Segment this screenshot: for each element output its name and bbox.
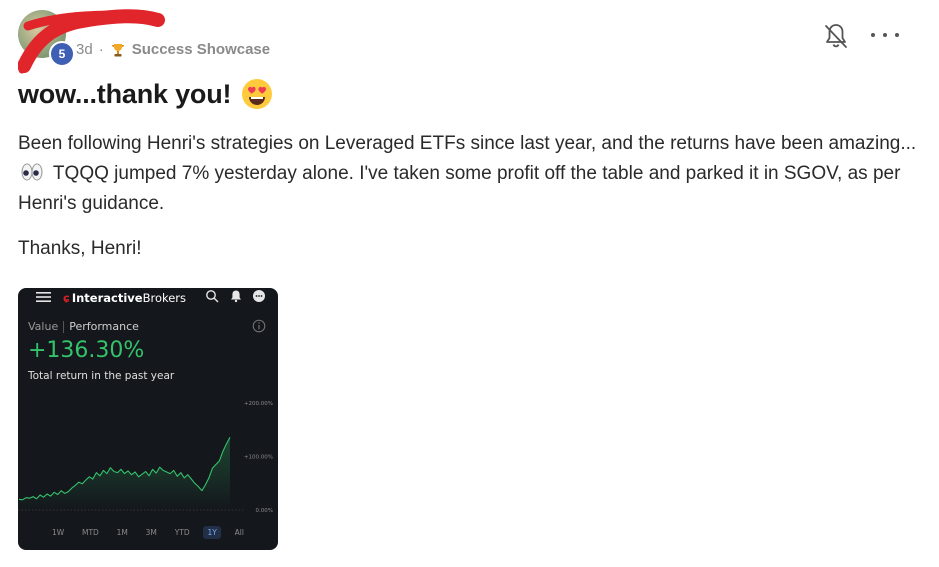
total-return-value: +136.30% [28, 338, 145, 363]
bell-icon [231, 290, 241, 303]
range-option-mtd[interactable]: MTD [78, 526, 103, 539]
more-horizontal-icon-dot [895, 33, 899, 37]
y-tick-label: +200.00% [244, 401, 273, 407]
range-option-all[interactable]: All [231, 526, 248, 539]
tab-divider [63, 320, 65, 333]
level-badge: 5 [49, 41, 75, 67]
range-option-ytd[interactable]: YTD [171, 526, 194, 539]
heart-eyes-emoji-icon [242, 79, 273, 109]
time-range-selector: 1W MTD 1M 3M YTD 1Y All [48, 526, 248, 539]
y-tick-label: +100.00% [244, 455, 273, 461]
body-text-part1: Been following Henri's strategies on Lev… [18, 133, 917, 154]
broker-topbar: ɕ Interactive Brokers [18, 288, 278, 308]
eyes-emoji-icon [21, 163, 43, 181]
post-paragraph: Been following Henri's strategies on Lev… [18, 129, 918, 219]
range-option-1w[interactable]: 1W [48, 526, 68, 539]
total-return-label: Total return in the past year [28, 370, 175, 382]
broker-logo: ɕ Interactive Brokers [63, 291, 186, 305]
post-header: 5 3d · Success Showcase [18, 8, 918, 74]
range-option-1y[interactable]: 1Y [203, 526, 221, 539]
category-link[interactable]: Success Showcase [132, 41, 270, 58]
bell-off-icon[interactable] [823, 22, 849, 50]
range-option-1m[interactable]: 1M [113, 526, 132, 539]
attached-screenshot[interactable]: ɕ Interactive Brokers Value Performance +… [18, 288, 278, 550]
menu-icon [36, 292, 51, 302]
performance-chart: +200.00% +100.00% 0.00% [18, 401, 273, 514]
post-title-text: wow...thank you! [18, 78, 232, 109]
more-horizontal-icon-dot [883, 33, 887, 37]
broker-brand-bold: Interactive [71, 291, 143, 305]
broker-brand-rest: Brokers [142, 291, 187, 305]
more-horizontal-icon-dot [871, 33, 875, 37]
y-tick-label: 0.00% [256, 508, 273, 514]
trophy-icon [111, 43, 124, 56]
broker-logo-mark: ɕ [63, 291, 70, 305]
info-icon [252, 319, 266, 333]
more-options-button[interactable] [871, 28, 899, 42]
chat-icon [253, 290, 265, 302]
post-body: Been following Henri's strategies on Lev… [18, 129, 918, 219]
tab-value: Value [28, 320, 59, 333]
meta-separator: · [98, 41, 104, 58]
performance-tabs: Value Performance [28, 320, 139, 333]
post-thanks: Thanks, Henri! [18, 238, 142, 259]
search-icon [206, 290, 219, 303]
range-option-3m[interactable]: 3M [142, 526, 161, 539]
body-text-part2: TQQQ jumped 7% yesterday alone. I've tak… [18, 163, 901, 214]
post-meta: 3d · Success Showcase [76, 41, 270, 58]
post-title: wow...thank you! [18, 78, 273, 110]
tab-performance: Performance [69, 320, 139, 333]
post-age: 3d [76, 41, 93, 58]
